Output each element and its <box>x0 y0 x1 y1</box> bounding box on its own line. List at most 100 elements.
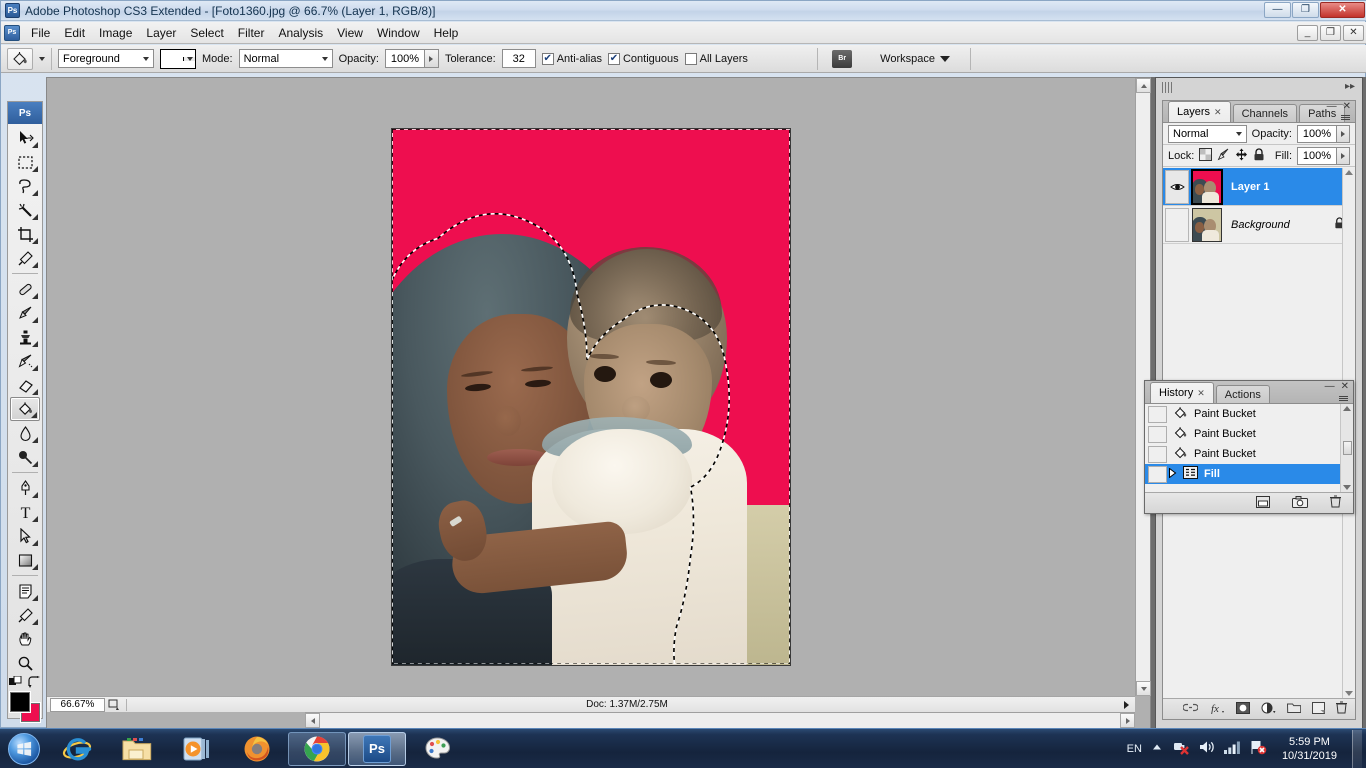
proxy-preview-icon[interactable] <box>105 698 123 712</box>
path-selection-tool[interactable] <box>10 524 40 548</box>
clock[interactable]: 5:59 PM 10/31/2019 <box>1276 735 1343 763</box>
menu-window[interactable]: Window <box>370 24 427 42</box>
hand-tool[interactable] <box>10 627 40 651</box>
start-button[interactable] <box>2 731 46 767</box>
alllayers-checkbox[interactable]: All Layers <box>684 52 748 65</box>
minimize-button[interactable]: — <box>1264 2 1291 18</box>
layer-opacity-arrow-icon[interactable] <box>1337 124 1350 143</box>
opacity-slider-arrow-icon[interactable] <box>424 49 439 68</box>
scroll-left-button[interactable] <box>305 713 320 728</box>
layer-visibility-toggle[interactable] <box>1165 169 1189 204</box>
scroll-down-button[interactable] <box>1136 681 1151 696</box>
layer-style-icon[interactable]: fx <box>1209 702 1225 717</box>
workspace-button[interactable]: Workspace <box>880 53 950 65</box>
status-menu-arrow-icon[interactable] <box>1124 700 1129 709</box>
history-state-list[interactable]: Paint Bucket Paint Bucket Paint Bucket F… <box>1145 404 1353 492</box>
doc-close-button[interactable]: ✕ <box>1343 25 1364 41</box>
zoom-tool[interactable] <box>10 651 40 675</box>
panel-minimize-icon[interactable]: — <box>1325 382 1335 392</box>
tab-history[interactable]: History ✕ <box>1150 382 1214 403</box>
close-button[interactable]: ✕ <box>1320 2 1365 18</box>
history-state-row[interactable]: Fill <box>1145 464 1353 484</box>
panel-close-icon[interactable]: ✕ <box>1341 382 1349 392</box>
delete-state-icon[interactable] <box>1330 495 1341 511</box>
dock-grip-icon[interactable] <box>1162 82 1174 93</box>
history-state-row[interactable]: Paint Bucket <box>1145 444 1353 464</box>
move-tool[interactable] <box>10 126 40 150</box>
taskbar-internet-explorer[interactable] <box>48 732 106 766</box>
layer-visibility-toggle[interactable] <box>1165 207 1189 242</box>
history-source-toggle[interactable] <box>1148 425 1167 443</box>
color-swatches[interactable] <box>9 692 41 722</box>
new-group-icon[interactable] <box>1286 702 1302 716</box>
eraser-tool[interactable] <box>10 373 40 397</box>
canvas-area[interactable] <box>47 78 1135 696</box>
layer-fill-arrow-icon[interactable] <box>1337 146 1350 165</box>
network-icon[interactable] <box>1223 740 1241 757</box>
layer-thumbnail[interactable] <box>1191 168 1223 205</box>
eyedropper-tool[interactable] <box>10 246 40 270</box>
maximize-button[interactable]: ❐ <box>1292 2 1319 18</box>
paint-bucket-icon[interactable] <box>7 47 33 70</box>
magic-wand-tool[interactable] <box>10 198 40 222</box>
lasso-tool[interactable] <box>10 174 40 198</box>
taskbar-windows-explorer[interactable] <box>108 732 166 766</box>
healing-brush-tool[interactable] <box>10 277 40 301</box>
layer-fill-input[interactable]: 100% <box>1297 146 1337 165</box>
new-document-from-state-icon[interactable] <box>1256 495 1270 511</box>
pattern-swatch[interactable] <box>160 48 196 69</box>
dock-expand-icon[interactable]: ▸▸ <box>1345 82 1355 92</box>
layer-name[interactable]: Layer 1 <box>1231 181 1270 193</box>
crop-tool[interactable] <box>10 222 40 246</box>
doc-restore-button[interactable]: ❐ <box>1320 25 1341 41</box>
brush-tool[interactable] <box>10 301 40 325</box>
link-layers-icon[interactable] <box>1182 703 1199 715</box>
horizontal-type-tool[interactable]: T <box>10 500 40 524</box>
menu-select[interactable]: Select <box>183 24 230 42</box>
rectangular-marquee-tool[interactable] <box>10 150 40 174</box>
layer-opacity-input[interactable]: 100% <box>1297 124 1337 143</box>
dodge-tool[interactable] <box>10 445 40 469</box>
lock-position-icon[interactable] <box>1235 148 1248 164</box>
tab-actions[interactable]: Actions <box>1215 385 1270 403</box>
taskbar-windows-media-player[interactable] <box>168 732 226 766</box>
menu-file[interactable]: File <box>24 24 57 42</box>
delete-layer-icon[interactable] <box>1336 701 1347 717</box>
layer-row[interactable]: Layer 1 <box>1163 168 1355 206</box>
panel-close-icon[interactable]: ✕ <box>1343 102 1351 112</box>
new-snapshot-icon[interactable] <box>1292 495 1308 511</box>
zoom-level-input[interactable]: 66.67% <box>50 697 105 712</box>
panel-minimize-icon[interactable]: — <box>1327 102 1337 112</box>
foreground-color-swatch[interactable] <box>10 692 30 712</box>
menu-filter[interactable]: Filter <box>231 24 272 42</box>
scroll-up-button[interactable] <box>1136 78 1151 93</box>
history-state-row[interactable]: Paint Bucket <box>1145 404 1353 424</box>
close-icon[interactable]: ✕ <box>1197 388 1205 399</box>
panel-menu-icon[interactable] <box>1339 396 1348 401</box>
volume-icon[interactable] <box>1199 740 1215 757</box>
menu-help[interactable]: Help <box>427 24 466 42</box>
lock-all-icon[interactable] <box>1253 147 1265 164</box>
opacity-input[interactable]: 100% <box>384 49 425 68</box>
scroll-right-button[interactable] <box>1120 713 1135 728</box>
menu-image[interactable]: Image <box>92 24 139 42</box>
language-indicator[interactable]: EN <box>1127 743 1142 755</box>
taskbar-google-chrome[interactable] <box>288 731 346 766</box>
menu-view[interactable]: View <box>330 24 370 42</box>
antialias-checkbox[interactable]: ✔ Anti-alias <box>541 52 602 65</box>
history-scrollbar[interactable] <box>1340 404 1353 492</box>
blur-tool[interactable] <box>10 421 40 445</box>
tolerance-input[interactable]: 32 <box>501 49 536 68</box>
history-state-row[interactable]: Paint Bucket <box>1145 424 1353 444</box>
lock-image-icon[interactable] <box>1217 148 1230 164</box>
eyedropper-sample-tool[interactable] <box>10 603 40 627</box>
notes-tool[interactable] <box>10 579 40 603</box>
layer-thumbnail[interactable] <box>1192 207 1222 242</box>
pen-tool[interactable] <box>10 476 40 500</box>
lock-transparency-icon[interactable] <box>1199 147 1213 164</box>
adjustment-layer-icon[interactable] <box>1261 702 1276 717</box>
contiguous-checkbox[interactable]: ✔ Contiguous <box>607 52 679 65</box>
paint-bucket-tool[interactable] <box>10 397 40 421</box>
menu-layer[interactable]: Layer <box>139 24 183 42</box>
show-hidden-icons[interactable] <box>1151 743 1163 755</box>
